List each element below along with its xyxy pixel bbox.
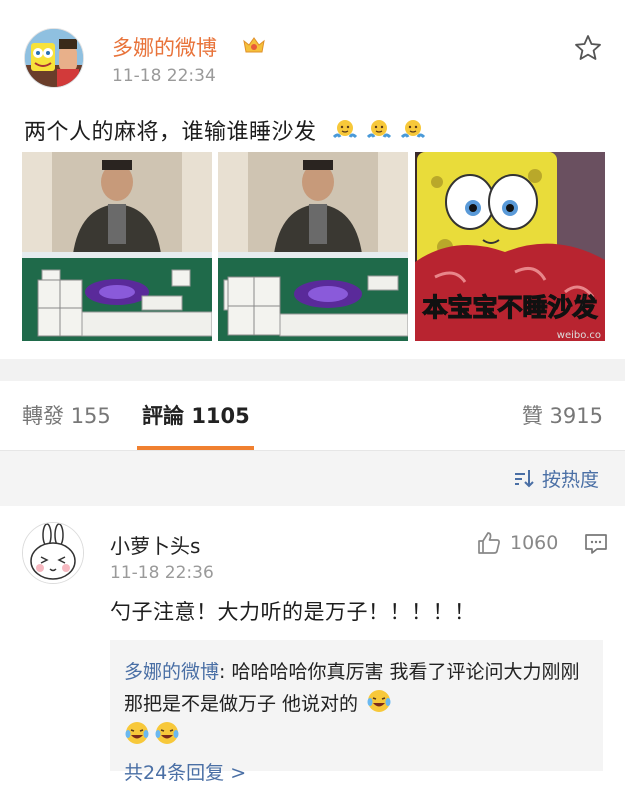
laughing-tears-emoji-icon: [154, 720, 180, 746]
post-photo-3[interactable]: 本宝宝不睡沙发 weibo.co: [415, 152, 605, 341]
post-author-name[interactable]: 多娜的微博: [112, 32, 217, 62]
tab-likes-label: 贊: [521, 404, 543, 428]
comment-timestamp: 11-18 22:36: [110, 563, 214, 583]
post-photo-1[interactable]: [22, 152, 212, 341]
post-timestamp: 11-18 22:34: [112, 66, 216, 86]
tab-reposts-count: 155: [70, 404, 111, 428]
tab-likes[interactable]: 贊 3915: [522, 400, 603, 430]
sort-icon[interactable]: [512, 467, 534, 489]
crown-icon: [242, 35, 266, 55]
meme-caption: 本宝宝不睡沙发: [422, 293, 597, 322]
shrug-emoji-icon: [400, 117, 426, 143]
tab-reposts[interactable]: 轉發 155: [22, 400, 111, 430]
post-text: 两个人的麻将，谁输谁睡沙发: [24, 120, 317, 145]
commenter-name[interactable]: 小萝卜头s: [110, 530, 200, 559]
thumbs-up-icon[interactable]: [476, 530, 502, 556]
tab-comments-count: 1105: [191, 404, 250, 428]
reply-preview-text: 多娜的微博: 哈哈哈哈你真厉害 我看了评论问大力刚刚那把是不是做万子 他说对的: [124, 656, 594, 752]
tab-comments[interactable]: 評論 1105: [142, 400, 250, 430]
shrug-emoji-icon: [332, 117, 358, 143]
image-watermark: weibo.co: [557, 330, 601, 341]
tab-likes-count: 3915: [549, 404, 603, 428]
tab-comments-label: 評論: [142, 404, 184, 428]
reply-comment-icon[interactable]: [584, 533, 608, 555]
shrug-emoji-icon: [366, 117, 392, 143]
commenter-avatar[interactable]: [22, 522, 84, 584]
post-photo-2[interactable]: [218, 152, 408, 341]
view-all-replies-link[interactable]: 共24条回复 >: [124, 758, 246, 785]
post-author-avatar[interactable]: [24, 28, 84, 88]
laughing-tears-emoji-icon: [366, 688, 392, 714]
comment-body-text: 勺子注意！大力听的是万子！！！！！: [110, 600, 476, 624]
favorite-star-icon[interactable]: [573, 33, 603, 63]
reply-author-name[interactable]: 多娜的微博: [124, 661, 219, 683]
section-divider: [0, 359, 625, 381]
sort-by-hot-button[interactable]: 按热度: [542, 465, 599, 492]
comment-like-count: 1060: [510, 532, 559, 554]
tab-reposts-label: 轉發: [22, 404, 64, 428]
post-body-text: 两个人的麻将，谁输谁睡沙发: [24, 114, 426, 146]
laughing-tears-emoji-icon: [124, 720, 150, 746]
